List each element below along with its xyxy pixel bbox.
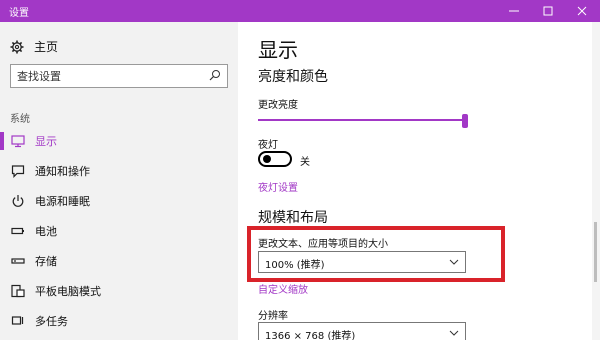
brightness-label: 更改亮度 [258,100,298,111]
storage-icon [11,258,25,264]
sidebar-item-label: 通知和操作 [35,165,90,178]
scale-dropdown-value: 100% (推荐) [265,260,325,271]
sidebar-item-tablet-mode[interactable]: 平板电脑模式 [0,278,238,304]
maximize-icon [543,6,553,16]
resolution-dropdown[interactable]: 1366 × 768 (推荐) [258,322,466,340]
sidebar-item-display[interactable]: 显示 [0,128,238,154]
main-content: 显示 亮度和颜色 更改亮度 夜灯 关 夜灯设置 规模和布局 更改文本、应用等项目… [238,22,600,340]
sidebar-item-notifications[interactable]: 通知和操作 [0,158,238,184]
minimize-button[interactable] [497,0,531,22]
sidebar-item-storage[interactable]: 存储 [0,248,238,274]
search-box[interactable] [10,64,228,88]
tablet-mode-icon [11,284,25,298]
sidebar-item-label: 多任务 [35,315,68,328]
sidebar-item-label: 电源和睡眠 [35,195,90,208]
custom-scaling-link[interactable]: 自定义缩放 [258,281,308,296]
chevron-down-icon [449,330,459,336]
title-bar: 设置 [0,0,600,22]
window-title: 设置 [9,8,29,19]
sidebar-item-label: 电池 [35,225,57,238]
scale-label: 更改文本、应用等项目的大小 [258,239,388,250]
sidebar-item-label: 平板电脑模式 [35,285,101,298]
scale-layout-heading: 规模和布局 [258,210,328,226]
close-button[interactable] [565,0,599,22]
sidebar-item-power-sleep[interactable]: 电源和睡眠 [0,188,238,214]
page-title: 显示 [258,38,298,62]
search-icon[interactable] [209,69,221,81]
notification-icon [11,165,25,178]
multitasking-icon [11,316,24,325]
maximize-button[interactable] [531,0,565,22]
section-label-system: 系统 [10,114,30,125]
scrollbar-thumb[interactable] [594,222,597,282]
power-icon [12,195,24,207]
brightness-slider-track [258,119,464,121]
chevron-down-icon [449,259,459,265]
sidebar-item-multitasking[interactable]: 多任务 [0,308,238,334]
toggle-knob [263,155,271,163]
brightness-color-heading: 亮度和颜色 [258,69,328,85]
close-icon [577,6,587,16]
home-nav-item[interactable]: 主页 [10,38,58,55]
search-input[interactable] [17,67,197,85]
battery-icon [11,227,24,235]
night-light-toggle[interactable] [258,151,292,167]
night-light-settings-link[interactable]: 夜灯设置 [258,179,298,194]
monitor-icon [11,135,25,148]
brightness-slider-thumb[interactable] [462,114,468,128]
minimize-icon [509,10,519,12]
sidebar-item-label: 存储 [35,255,57,268]
night-light-state: 关 [300,157,310,168]
resolution-dropdown-value: 1366 × 768 (推荐) [265,331,356,340]
sidebar-item-label: 显示 [35,135,57,148]
brightness-slider[interactable] [258,114,468,128]
sidebar-item-battery[interactable]: 电池 [0,218,238,244]
home-label: 主页 [34,40,59,54]
scale-dropdown[interactable]: 100% (推荐) [258,251,466,273]
resolution-label: 分辨率 [258,311,288,322]
gear-icon [10,40,24,53]
scrollbar[interactable] [592,22,600,340]
night-light-label: 夜灯 [258,140,278,151]
sidebar: 主页 系统 显示 通知和操作 电源和睡眠 [0,22,238,340]
